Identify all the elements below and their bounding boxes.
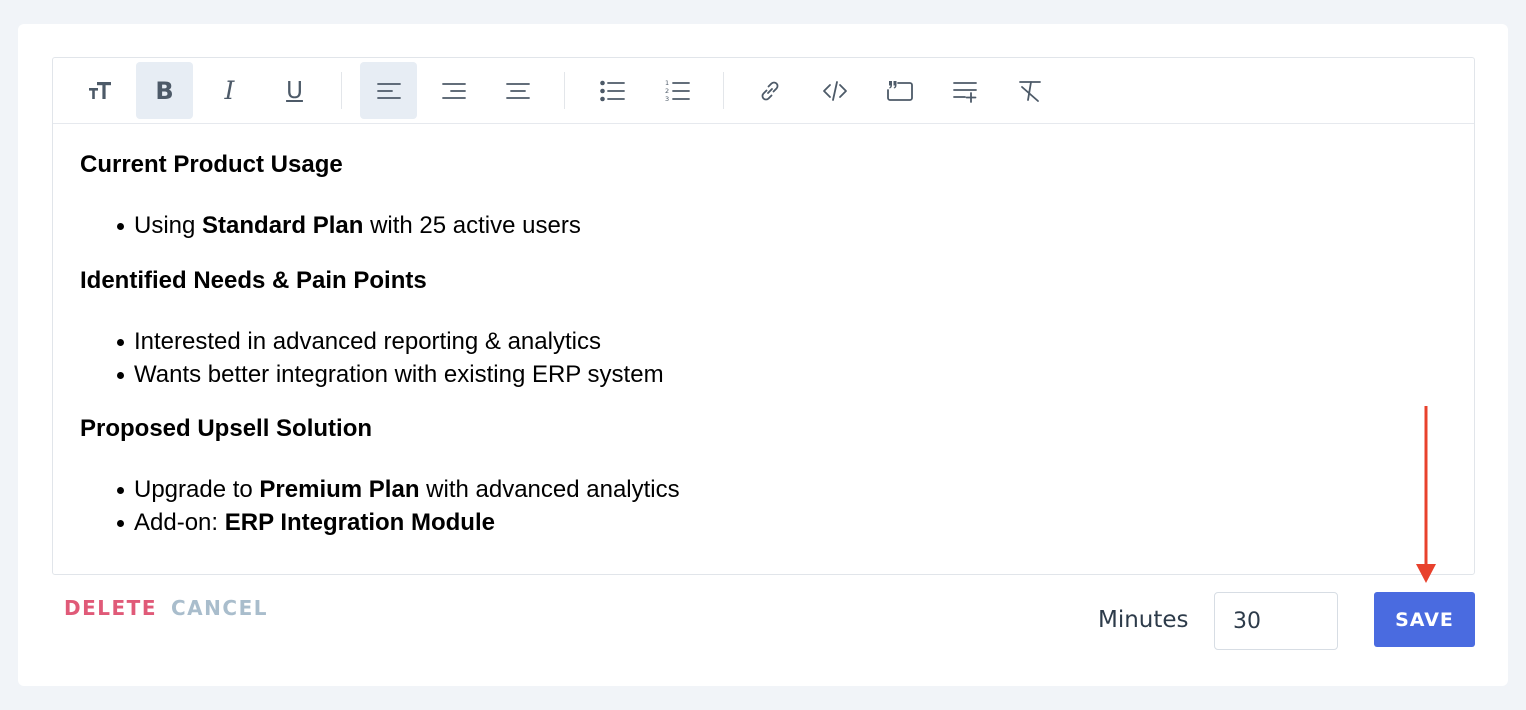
bold-icon: B: [155, 76, 174, 105]
editor-toolbar: B I U 1 2 3: [53, 58, 1474, 124]
text-size-icon[interactable]: [71, 62, 128, 119]
align-center-icon[interactable]: [489, 62, 546, 119]
bullet-list: Interested in advanced reporting & analy…: [80, 325, 664, 391]
underline-button[interactable]: U: [266, 62, 323, 119]
save-button[interactable]: SAVE: [1374, 592, 1475, 647]
toolbar-divider: [564, 72, 565, 109]
list-number-2: 2: [665, 87, 669, 95]
section-heading: Identified Needs & Pain Points: [80, 267, 427, 294]
rich-text-editor: B I U 1 2 3 Current Product Usage Using …: [52, 57, 1475, 575]
list-item: Interested in advanced reporting & analy…: [80, 325, 664, 358]
toolbar-divider: [723, 72, 724, 109]
numbered-list-icon[interactable]: 1 2 3: [648, 62, 705, 119]
code-icon[interactable]: [806, 62, 863, 119]
list-item: Add-on: ERP Integration Module: [80, 506, 680, 539]
italic-button[interactable]: I: [201, 62, 258, 119]
note-editor-card: B I U 1 2 3 Current Product Usage Using …: [18, 24, 1508, 686]
clear-format-icon[interactable]: [1001, 62, 1058, 119]
delete-button[interactable]: DELETE: [64, 596, 157, 620]
section-heading: Current Product Usage: [80, 151, 343, 178]
list-item: Wants better integration with existing E…: [80, 358, 664, 391]
annotation-arrow-icon: [1416, 406, 1436, 583]
toolbar-divider: [341, 72, 342, 109]
align-left-icon[interactable]: [360, 62, 417, 119]
bullet-list-icon[interactable]: [583, 62, 640, 119]
list-number-3: 3: [665, 95, 669, 103]
cancel-button[interactable]: CANCEL: [171, 596, 268, 620]
insert-line-icon[interactable]: [936, 62, 993, 119]
bold-button[interactable]: B: [136, 62, 193, 119]
align-right-icon[interactable]: [425, 62, 482, 119]
minutes-label: Minutes: [1098, 607, 1189, 633]
minutes-input[interactable]: [1214, 592, 1338, 650]
italic-icon: I: [224, 76, 235, 105]
bullet-list: Upgrade to Premium Plan with advanced an…: [80, 473, 680, 539]
underline-icon: U: [286, 77, 303, 104]
quote-icon[interactable]: [871, 62, 928, 119]
list-item: Upgrade to Premium Plan with advanced an…: [80, 473, 680, 506]
list-item: Using Standard Plan with 25 active users: [80, 209, 581, 242]
list-number-1: 1: [665, 79, 669, 87]
link-icon[interactable]: [741, 62, 798, 119]
bullet-list: Using Standard Plan with 25 active users: [80, 209, 581, 242]
section-heading: Proposed Upsell Solution: [80, 415, 373, 442]
